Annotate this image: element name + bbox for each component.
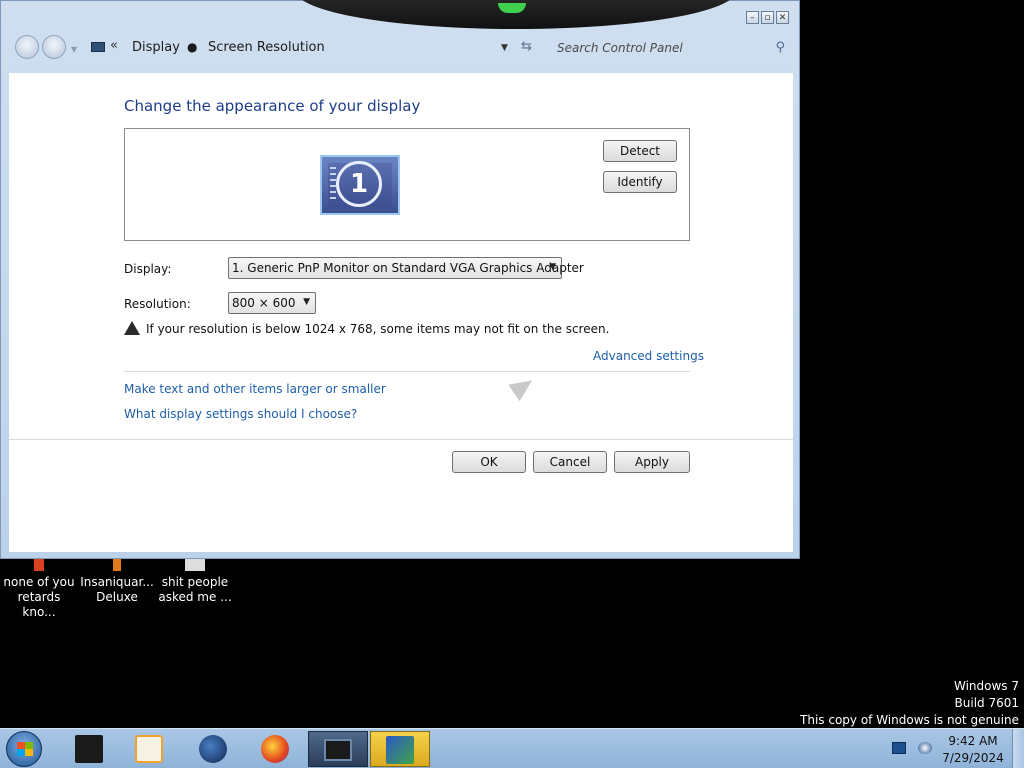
start-button[interactable] — [6, 731, 42, 767]
breadcrumb-screen-resolution[interactable]: Screen Resolution — [208, 40, 325, 55]
close-icon[interactable]: ✕ — [776, 11, 789, 24]
watermark-line: Build 7601 — [954, 696, 1019, 710]
desktop-icon-label: Insaniquar... — [80, 575, 154, 589]
desktop-icon[interactable]: Insaniquar... Deluxe — [78, 559, 156, 605]
file-icon — [34, 559, 44, 571]
resolution-select[interactable]: 800 × 600 ▼ — [228, 292, 316, 314]
media-player-icon — [135, 735, 163, 763]
show-desktop-button[interactable] — [1012, 729, 1024, 768]
clock-time: 9:42 AM — [948, 734, 998, 748]
desktop-icon-label: shit people — [161, 575, 229, 589]
monitor-icon — [324, 739, 352, 761]
file-icon — [113, 559, 121, 571]
address-bar: ▼ « Display ● Screen Resolution ▼ ⇆ ⚲ — [11, 31, 791, 65]
apply-button[interactable]: Apply — [614, 451, 690, 473]
ok-button[interactable]: OK — [452, 451, 526, 473]
taskbar-app-button[interactable] — [184, 731, 242, 767]
warning-icon — [124, 321, 140, 335]
breadcrumb-separator-icon[interactable]: ● — [187, 40, 197, 54]
search-box: ⚲ — [551, 35, 789, 61]
desktop: – ▫ ✕ ▼ « Display ● Screen Resolution ▼ … — [0, 0, 1024, 768]
mouse-pointer-icon — [508, 372, 538, 402]
display-select-value: 1. Generic PnP Monitor on Standard VGA G… — [232, 261, 584, 275]
chevron-down-icon: ▼ — [303, 297, 310, 307]
back-button[interactable] — [15, 35, 39, 59]
forward-button[interactable] — [42, 35, 66, 59]
cancel-button[interactable]: Cancel — [533, 451, 607, 473]
ornament-glow — [498, 3, 526, 13]
breadcrumb-overflow-icon[interactable]: « — [110, 38, 118, 53]
control-panel-icon — [91, 42, 105, 52]
breadcrumb-display[interactable]: Display — [132, 40, 180, 55]
taskbar-media-player-button[interactable] — [120, 731, 178, 767]
app-icon — [75, 735, 103, 763]
desktop-icon-label: asked me ... — [158, 590, 232, 604]
page-title: Change the appearance of your display — [124, 97, 421, 115]
detect-button[interactable]: Detect — [603, 140, 677, 162]
desktop-icon-label: none of you — [3, 575, 75, 589]
caption-buttons: – ▫ ✕ — [746, 11, 789, 24]
clock-date: 7/29/2024 — [942, 751, 1004, 765]
content-pane: Change the appearance of your display 1 … — [9, 73, 793, 552]
divider — [124, 371, 690, 372]
network-icon[interactable] — [892, 742, 906, 754]
taskbar-app-button[interactable] — [370, 731, 430, 767]
file-icon — [185, 559, 205, 571]
app-icon — [386, 736, 414, 764]
display-select[interactable]: 1. Generic PnP Monitor on Standard VGA G… — [228, 257, 584, 279]
recent-pages-dropdown-icon[interactable]: ▼ — [71, 45, 77, 54]
clock[interactable]: 9:42 AM 7/29/2024 — [936, 733, 1010, 767]
desktop-icon-label: retards kno... — [17, 590, 61, 619]
display-help-link[interactable]: What display settings should I choose? — [124, 407, 357, 421]
monitor-arrangement-area: 1 Detect Identify — [124, 128, 690, 241]
restore-icon[interactable]: ▫ — [761, 11, 774, 24]
watermark-line: This copy of Windows is not genuine — [800, 713, 1019, 727]
footer-divider — [9, 439, 793, 440]
volume-icon[interactable] — [918, 742, 932, 754]
windows-logo-icon — [17, 742, 33, 756]
resolution-warning: If your resolution is below 1024 x 768, … — [124, 321, 609, 336]
tray-overflow[interactable] — [855, 729, 885, 768]
search-icon[interactable]: ⚲ — [775, 40, 785, 55]
titlebar-ornament — [296, 0, 736, 29]
address-dropdown-icon[interactable]: ▼ — [501, 43, 508, 53]
globe-icon — [199, 735, 227, 763]
watermark-line: Windows 7 — [953, 679, 1019, 693]
search-input[interactable] — [551, 35, 789, 61]
taskbar-display-button[interactable] — [308, 731, 368, 767]
firefox-icon — [261, 735, 289, 763]
chevron-down-icon: ▼ — [549, 262, 556, 272]
text-size-link[interactable]: Make text and other items larger or smal… — [124, 382, 386, 396]
desktop-icon[interactable]: shit people asked me ... — [156, 559, 234, 605]
windows-watermark: Windows 7 Build 7601 This copy of Window… — [800, 678, 1019, 729]
desktop-icon[interactable]: none of you retards kno... — [0, 559, 78, 620]
resolution-label: Resolution: — [124, 297, 191, 311]
resolution-select-value: 800 × 600 — [232, 296, 296, 310]
taskbar-firefox-button[interactable] — [246, 731, 304, 767]
advanced-settings-link[interactable]: Advanced settings — [593, 349, 704, 363]
identify-button[interactable]: Identify — [603, 171, 677, 193]
control-panel-window: – ▫ ✕ ▼ « Display ● Screen Resolution ▼ … — [0, 0, 800, 559]
refresh-icon[interactable]: ⇆ — [521, 39, 532, 54]
monitor-1-tile[interactable]: 1 — [320, 155, 400, 215]
taskbar: 9:42 AM 7/29/2024 — [0, 728, 1024, 768]
taskbar-app-button[interactable] — [60, 731, 118, 767]
warning-text: If your resolution is below 1024 x 768, … — [146, 322, 610, 336]
monitor-number: 1 — [336, 161, 382, 207]
desktop-icon-label: Deluxe — [96, 590, 138, 604]
display-label: Display: — [124, 262, 172, 276]
minimize-icon[interactable]: – — [746, 11, 759, 24]
